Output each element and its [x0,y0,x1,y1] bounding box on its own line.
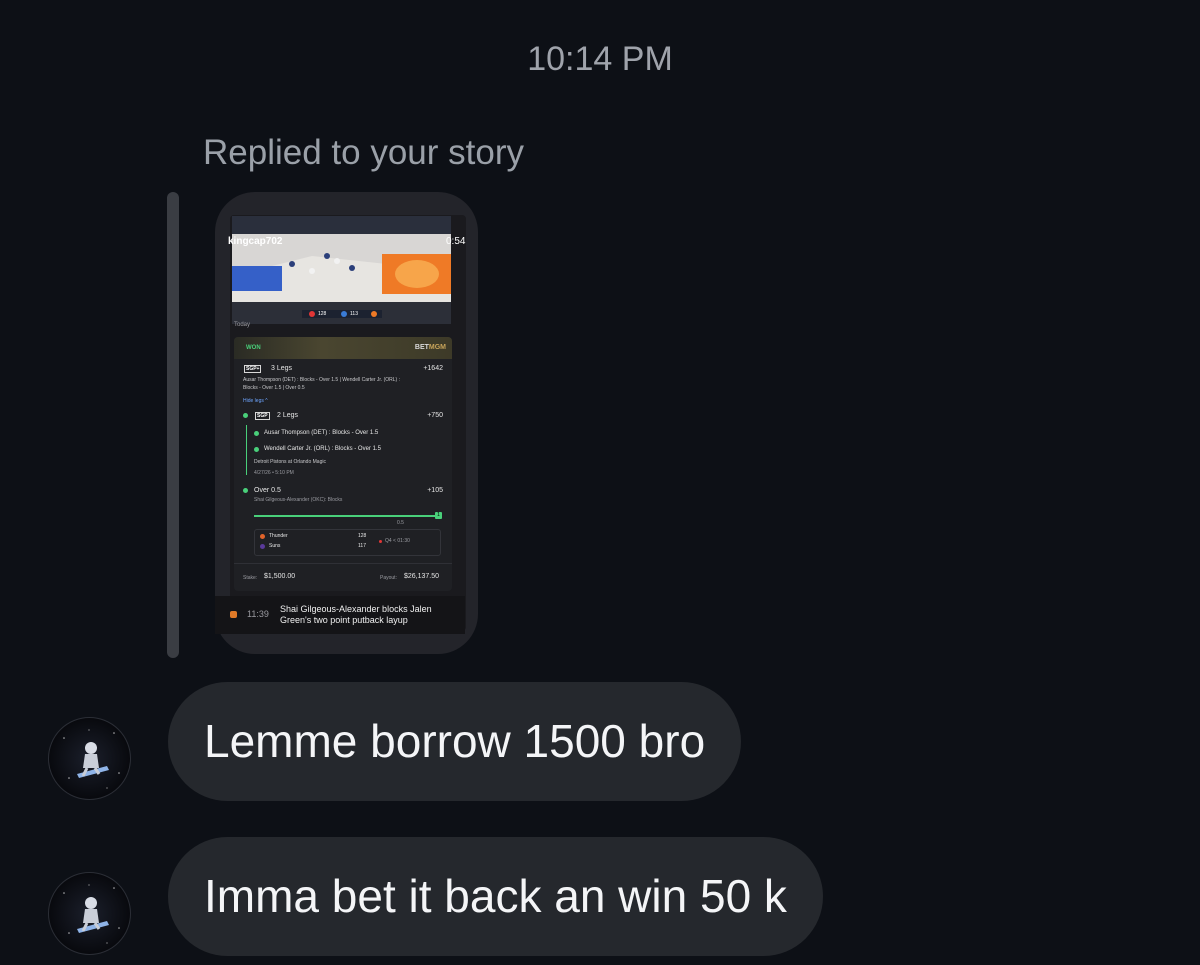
leg3-player: Shai Gilgeous-Alexander (OKC): Blocks [254,497,343,503]
story-video [232,216,451,324]
sgp-badge: SGP [255,412,270,420]
brand-suffix: MGM [428,344,446,351]
team1-name: Thunder [269,533,288,539]
won-badge: WON [246,345,261,351]
brand-logo: BETMGM [415,344,446,351]
sgp-game: Detroit Pistons at Orlando Magic [254,459,326,465]
hide-legs-link[interactable]: Hide legs ^ [243,398,268,404]
leg-check-icon [243,413,248,418]
payout-value: $26,137.50 [404,573,440,580]
story-posted: Today [234,322,251,328]
leg3-progress-marker: 0.5 [397,520,404,526]
team2-name: Suns [269,543,281,549]
bet-card-header: WON BETMGM [234,337,452,359]
parlay-summary-2: Blocks - Over 1.5 | Over 0.5 [243,385,305,391]
timestamp: 10:14 PM [527,40,673,78]
message-bubble[interactable]: Imma bet it back an win 50 k [168,837,823,956]
footer-play-text: Shai Gilgeous-Alexander blocks Jalen Gre… [280,604,432,625]
score-away: 113 [350,311,358,317]
thunder-logo-icon [260,534,265,539]
leg-check-icon [254,431,259,436]
story-duration: 0:54 [446,236,466,247]
team2-score: 117 [358,543,366,549]
stake-value: $1,500.00 [264,573,296,580]
game-clock: Q4 < 01:30 [385,538,410,544]
sgp-odds: +750 [427,412,443,419]
leg3-odds: +105 [427,487,443,494]
leg3-title: Over 0.5 [254,487,281,494]
footer-time: 11:39 [247,609,269,619]
sgp-date: 4/27/26 • 5:10 PM [254,470,294,476]
leg-check-icon [243,488,248,493]
sgp-leg-2: Wendell Carter Jr. (ORL) : Blocks - Over… [264,446,381,452]
reply-quote-bar [167,192,179,658]
sgp-title: 2 Legs [277,412,299,419]
leg3-progress-end: 1 [435,512,442,519]
sgp-plus-badge: SGP+ [244,365,262,373]
team1-score: 128 [358,533,367,539]
parlay-title: 3 Legs [271,365,293,372]
story-username: kingcap702 [228,236,283,247]
reply-label: Replied to your story [203,133,524,172]
sgp-leg-1: Ausar Thompson (DET) : Blocks - Over 1.5 [264,430,379,436]
avatar[interactable] [48,872,131,955]
story-footer: 11:39 Shai Gilgeous-Alexander blocks Jal… [215,596,465,634]
brand-prefix: BET [414,344,429,351]
leg3-progress-bar [254,515,440,517]
legs-connector [246,425,247,475]
parlay-summary-1: Ausar Thompson (DET) : Blocks - Over 1.5… [243,377,400,383]
payout-label: Payout: [380,575,397,581]
suns-play-icon [230,611,237,618]
stake-label: Stake: [243,575,258,581]
message-bubble[interactable]: Lemme borrow 1500 bro [168,682,742,801]
score-home: 128 [318,311,327,317]
leg-check-icon [254,447,259,452]
bet-card: WON BETMGM SGP+ 3 Legs +1642 Ausar Thomp… [234,337,452,591]
parlay-odds: +1642 [423,365,443,372]
card-divider [234,563,452,564]
avatar[interactable] [48,717,131,800]
suns-logo-icon [260,544,265,549]
live-indicator-icon [379,540,382,543]
